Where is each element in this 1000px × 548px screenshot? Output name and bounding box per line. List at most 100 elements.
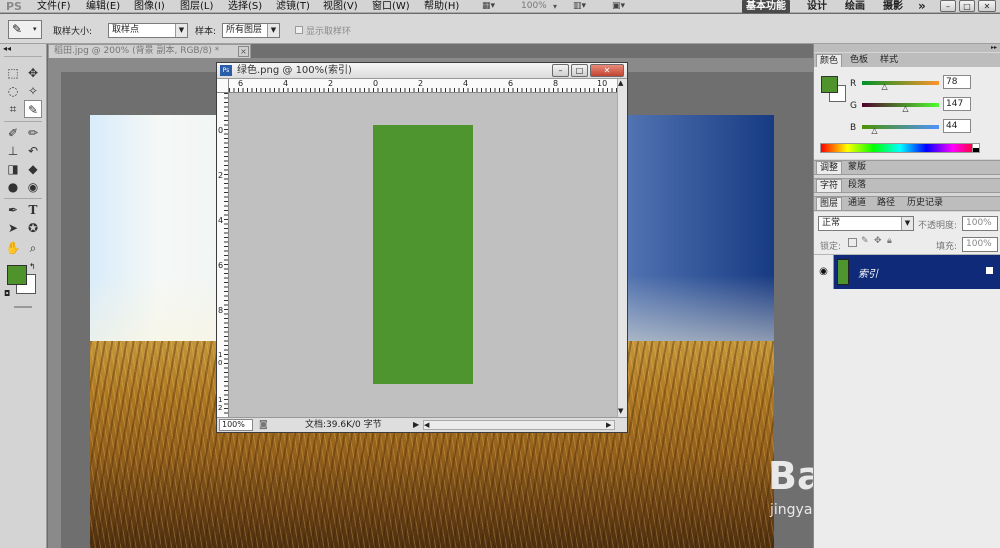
lock-position-icon[interactable]: ✥ [874,236,882,246]
channel-g-value[interactable]: 147 [943,97,971,111]
zoom-icon[interactable]: ⌕ [24,239,42,257]
menu-select[interactable]: 选择(S) [228,0,262,13]
restore-icon[interactable]: □ [959,0,975,12]
menu-help[interactable]: 帮助(H) [424,0,459,13]
close-icon[interactable]: ✕ [978,0,996,12]
status-menu-arrow-icon[interactable]: ▶ [413,419,419,431]
view-extras-icon[interactable]: ▦▾ [482,1,506,12]
foreground-color-chip[interactable] [821,76,838,93]
tab-styles[interactable]: 样式 [877,54,901,67]
blend-mode-select[interactable]: 正常 ▼ [818,216,914,231]
blur-icon[interactable]: ● [4,178,22,196]
channel-b-value[interactable]: 44 [943,119,971,133]
workspace-design[interactable]: 设计 [803,0,831,13]
tab-paragraph[interactable]: 段落 [845,179,869,192]
channel-g-thumb[interactable]: △ [902,105,908,113]
channel-r-value[interactable]: 78 [943,75,971,89]
spectrum-bw-swatch[interactable] [972,143,980,153]
lock-pixels-icon[interactable]: ✎ [861,236,869,246]
panel-collapse-bar[interactable]: ▸▸ [814,44,1000,52]
hand-icon[interactable]: ✋ [4,239,22,257]
sample-layers-select[interactable]: 所有图层 ▼ [222,23,280,38]
collapse-panel-icon[interactable]: ◂◂ [3,44,11,54]
move-icon[interactable]: ✥ [24,64,42,82]
menu-file[interactable]: 文件(F) [37,0,71,13]
channel-g-slider[interactable] [862,103,939,107]
lock-transparency-icon[interactable] [848,238,857,247]
document-window-titlebar[interactable]: Ps 绿色.png @ 100%(索引) – □ ✕ [217,63,627,79]
menu-image[interactable]: 图像(I) [134,0,165,13]
tab-paths[interactable]: 路径 [874,197,898,210]
channel-b-thumb[interactable]: △ [871,127,877,135]
menu-window[interactable]: 窗口(W) [372,0,410,13]
tab-swatches[interactable]: 色板 [847,54,871,67]
workspace-essentials[interactable]: 基本功能 [742,0,790,13]
layer-row[interactable]: ◉ 索引 [814,255,1000,289]
more-workspaces-button[interactable]: » [918,0,926,13]
fill-field[interactable]: 100% [962,237,998,252]
channel-r-slider[interactable] [862,81,939,85]
show-sampling-ring-checkbox[interactable] [295,26,303,34]
marquee-icon[interactable]: ⬚ [4,64,22,82]
sample-size-select[interactable]: 取样点 ▼ [108,23,188,38]
scroll-down-icon[interactable]: ▼ [618,407,623,416]
layer-name[interactable]: 索引 [858,265,878,280]
vertical-scrollbar[interactable]: ▲ ▼ [617,79,627,417]
tab-masks[interactable]: 蒙版 [845,161,869,174]
zoom-field[interactable]: 100% [219,419,253,431]
clone-stamp-icon[interactable]: ⊥ [4,142,22,160]
eyedropper-tool-icon[interactable]: ✎ [24,100,42,118]
minimize-icon[interactable]: – [940,0,956,12]
tab-character[interactable]: 字符 [816,179,843,192]
eraser-icon[interactable]: ◨ [4,160,22,178]
tab-channels[interactable]: 通道 [845,197,869,210]
document-tab[interactable]: 稻田.jpg @ 200% (背景 副本, RGB/8) * × [48,44,251,58]
maximize-icon[interactable]: □ [571,64,588,77]
zoom-level-dropdown[interactable]: 100% [521,0,547,13]
foreground-color-swatch[interactable] [7,265,27,285]
menu-view[interactable]: 视图(V) [323,0,358,13]
tab-history[interactable]: 历史记录 [904,197,946,210]
tab-adjustments[interactable]: 调整 [816,161,843,174]
layer-visibility-icon[interactable]: ◉ [814,255,834,289]
arrange-documents-icon[interactable]: ▥▾ [573,1,597,12]
menu-filter[interactable]: 滤镜(T) [276,0,310,13]
tab-close-icon[interactable]: × [238,46,249,57]
quick-mask-icon[interactable] [14,306,32,308]
status-info-icon[interactable]: ◙ [259,419,268,431]
opacity-field[interactable]: 100% [962,216,998,231]
type-icon[interactable]: T [24,201,42,219]
magic-wand-icon[interactable]: ✧ [24,82,42,100]
lasso-icon[interactable]: ◌ [4,82,22,100]
menu-edit[interactable]: 编辑(E) [86,0,120,13]
workspace-photography[interactable]: 摄影 [879,0,907,13]
tab-color[interactable]: 颜色 [816,54,843,67]
canvas[interactable] [229,93,617,417]
default-colors-icon[interactable]: ◘ [4,289,10,298]
custom-shape-icon[interactable]: ✪ [24,219,42,237]
close-icon[interactable]: ✕ [590,64,624,77]
healing-brush-icon[interactable]: ✐ [4,124,22,142]
lock-all-icon[interactable]: 🔒︎ [887,236,892,246]
horizontal-scrollbar[interactable]: ◀ ▶ [423,420,615,430]
scroll-right-icon[interactable]: ▶ [606,420,611,430]
workspace-painting[interactable]: 绘画 [841,0,869,13]
tool-preset-picker[interactable]: ✎ ▾ [8,20,42,39]
zoom-dropdown-arrow-icon[interactable]: ▾ [553,0,557,13]
history-brush-icon[interactable]: ↶ [24,142,42,160]
screen-mode-icon[interactable]: ▣▾ [612,1,636,12]
scroll-up-icon[interactable]: ▲ [618,79,623,88]
color-spectrum-ramp[interactable] [820,143,980,153]
tab-layers[interactable]: 图层 [816,197,843,210]
channel-r-thumb[interactable]: △ [882,83,888,91]
dodge-icon[interactable]: ◉ [24,178,42,196]
pen-icon[interactable]: ✒ [4,201,22,219]
brush-icon[interactable]: ✏ [24,124,42,142]
crop-icon[interactable]: ⌗ [4,100,22,118]
paint-bucket-icon[interactable]: ◆ [24,160,42,178]
scroll-left-icon[interactable]: ◀ [424,420,429,430]
swap-colors-icon[interactable]: ↰ [29,262,36,271]
path-selection-icon[interactable]: ➤ [4,219,22,237]
menu-layer[interactable]: 图层(L) [180,0,213,13]
minimize-icon[interactable]: – [552,64,569,77]
